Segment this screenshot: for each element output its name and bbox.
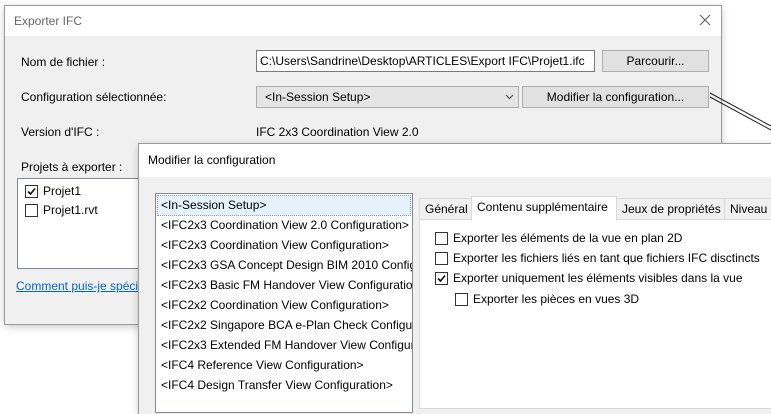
tab-property-sets[interactable]: Jeux de propriétés — [616, 198, 725, 220]
modify-config-button[interactable]: Modifier la configuration... — [522, 86, 709, 108]
tab-additional-content[interactable]: Contenu supplémentaire — [471, 196, 617, 221]
projects-label: Projets à exporter : — [21, 160, 123, 174]
tab-panel-additional-content — [419, 219, 771, 409]
tab-general[interactable]: Général — [419, 198, 472, 220]
config-item[interactable]: <IFC4 Reference View Configuration> — [161, 355, 364, 375]
config-item[interactable]: <IFC2x2 Coordination View Configuration> — [161, 295, 389, 315]
config-select-value: <In-Session Setup> — [265, 90, 371, 104]
ifc-version-label: Version d'IFC : — [21, 125, 100, 139]
ifc-version-value: IFC 2x3 Coordination View 2.0 — [256, 125, 419, 139]
background-lines — [709, 92, 771, 131]
chevron-down-icon — [505, 87, 514, 107]
option-label-3d-parts: Exporter les pièces en vues 3D — [473, 292, 640, 306]
option-checkbox-linked-files[interactable] — [435, 252, 448, 265]
project-label-projet1: Projet1 — [43, 184, 82, 198]
config-item[interactable]: <IFC2x3 Coordination View Configuration> — [161, 235, 389, 255]
config-item[interactable]: <IFC2x3 GSA Concept Design BIM 2010 Conf… — [161, 255, 412, 275]
project-checkbox-projet1-rvt[interactable] — [25, 204, 38, 217]
modify-config-title: Modifier la configuration — [148, 153, 276, 167]
project-checkbox-projet1[interactable] — [25, 185, 38, 198]
config-item[interactable]: <IFC4 Design Transfer View Configuration… — [161, 375, 393, 395]
config-item[interactable]: <IFC2x2 Singapore BCA e-Plan Check Confi… — [161, 315, 412, 335]
export-ifc-titlebar: Exporter IFC — [5, 6, 721, 36]
modify-config-titlebar: Modifier la configuration — [139, 144, 771, 177]
config-item[interactable]: <In-Session Setup> — [161, 195, 266, 215]
config-item[interactable]: <IFC2x3 Basic FM Handover View Configura… — [161, 275, 412, 295]
filename-input[interactable]: C:\Users\Sandrine\Desktop\ARTICLES\Expor… — [256, 50, 595, 72]
config-label: Configuration sélectionnée: — [21, 90, 167, 104]
option-label-2d-plan: Exporter les éléments de la vue en plan … — [453, 231, 683, 245]
config-item[interactable]: <IFC2x3 Coordination View 2.0 Configurat… — [161, 215, 409, 235]
config-select[interactable]: <In-Session Setup> — [256, 86, 519, 108]
project-label-projet1-rvt: Projet1.rvt — [43, 203, 98, 217]
option-checkbox-3d-parts[interactable] — [455, 293, 468, 306]
filename-label: Nom de fichier : — [21, 55, 106, 69]
option-checkbox-2d-plan[interactable] — [435, 232, 448, 245]
browse-button[interactable]: Parcourir... — [602, 50, 709, 72]
help-link[interactable]: Comment puis-je spécifi — [16, 279, 144, 293]
close-icon[interactable] — [697, 12, 713, 28]
option-label-linked-files: Exporter les fichiers liés en tant que f… — [453, 251, 760, 265]
config-item[interactable]: <IFC2x3 Extended FM Handover View Config… — [161, 335, 412, 355]
option-label-visible-only: Exporter uniquement les éléments visible… — [453, 271, 743, 285]
export-ifc-title: Exporter IFC — [14, 14, 83, 28]
tab-level[interactable]: Niveau — [724, 198, 771, 220]
option-checkbox-visible-only[interactable] — [435, 272, 448, 285]
